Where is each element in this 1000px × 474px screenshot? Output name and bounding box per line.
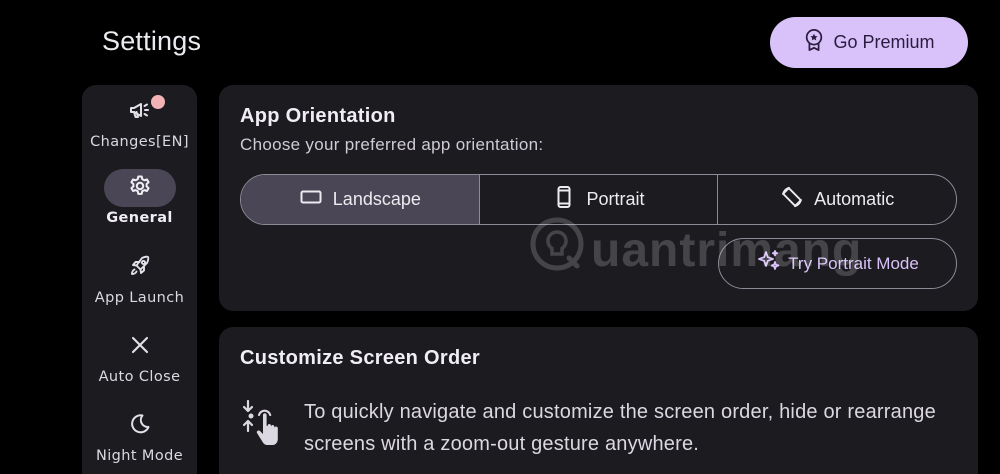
orientation-option-automatic[interactable]: Automatic bbox=[717, 175, 956, 224]
premium-badge-icon bbox=[803, 28, 825, 57]
orientation-option-landscape[interactable]: Landscape bbox=[241, 175, 479, 224]
sidebar-item-label: App Launch bbox=[94, 290, 185, 306]
app-orientation-subtitle: Choose your preferred app orientation: bbox=[240, 135, 544, 154]
sparkle-icon bbox=[756, 248, 782, 279]
sidebar-item-general[interactable]: General bbox=[82, 169, 197, 226]
go-premium-label: Go Premium bbox=[833, 32, 935, 52]
phone-portrait-icon bbox=[552, 185, 576, 214]
app-orientation-card: App Orientation Choose your preferred ap… bbox=[219, 85, 978, 311]
orientation-option-portrait[interactable]: Portrait bbox=[478, 175, 718, 224]
go-premium-button[interactable]: Go Premium bbox=[770, 17, 968, 68]
try-portrait-mode-button[interactable]: Try Portrait Mode bbox=[718, 238, 957, 289]
sidebar-item-label: Night Mode bbox=[95, 448, 184, 464]
gear-icon bbox=[128, 174, 152, 203]
megaphone-icon bbox=[128, 98, 152, 127]
close-icon bbox=[128, 333, 152, 362]
sidebar-item-night-mode[interactable]: Night Mode bbox=[82, 407, 197, 464]
orientation-option-label: Portrait bbox=[586, 189, 645, 209]
page-title: Settings bbox=[102, 26, 202, 56]
notification-badge bbox=[150, 95, 165, 109]
app-orientation-title: App Orientation bbox=[240, 105, 396, 127]
landscape-icon bbox=[299, 185, 323, 214]
moon-icon bbox=[128, 412, 152, 441]
sidebar-icon-container bbox=[104, 328, 176, 366]
rocket-icon bbox=[128, 254, 152, 283]
sidebar-icon-container bbox=[104, 93, 176, 131]
customize-screen-order-card[interactable]: Customize Screen Order To quickly naviga… bbox=[219, 327, 978, 474]
try-portrait-mode-label: Try Portrait Mode bbox=[788, 253, 919, 273]
sidebar-icon-container-active bbox=[103, 169, 176, 207]
customize-screen-order-title: Customize Screen Order bbox=[240, 347, 481, 369]
orientation-segmented-control: Landscape Portrait Automatic bbox=[240, 174, 957, 225]
screen-order-description-row: To quickly navigate and customize the sc… bbox=[240, 397, 944, 460]
sidebar-item-label: Changes[EN] bbox=[90, 134, 189, 150]
sidebar-item-label: Auto Close bbox=[98, 369, 181, 385]
sidebar-icon-container bbox=[104, 249, 176, 287]
sidebar-item-auto-close[interactable]: Auto Close bbox=[82, 328, 197, 385]
screen-order-description: To quickly navigate and customize the sc… bbox=[304, 401, 936, 455]
settings-screen: Settings Go Premium Changes[EN] General … bbox=[0, 0, 1000, 474]
touch-gesture-icon bbox=[240, 397, 290, 454]
sidebar-icon-container bbox=[104, 407, 176, 445]
sidebar-item-label: General bbox=[106, 210, 173, 226]
sidebar-item-app-launch[interactable]: App Launch bbox=[82, 249, 197, 306]
sidebar-item-changes[interactable]: Changes[EN] bbox=[82, 93, 197, 150]
orientation-option-label: Automatic bbox=[814, 189, 895, 209]
screen-rotation-icon bbox=[780, 185, 804, 214]
settings-sidebar: Changes[EN] General App Launch Auto Clos… bbox=[82, 85, 197, 474]
orientation-option-label: Landscape bbox=[332, 189, 421, 209]
